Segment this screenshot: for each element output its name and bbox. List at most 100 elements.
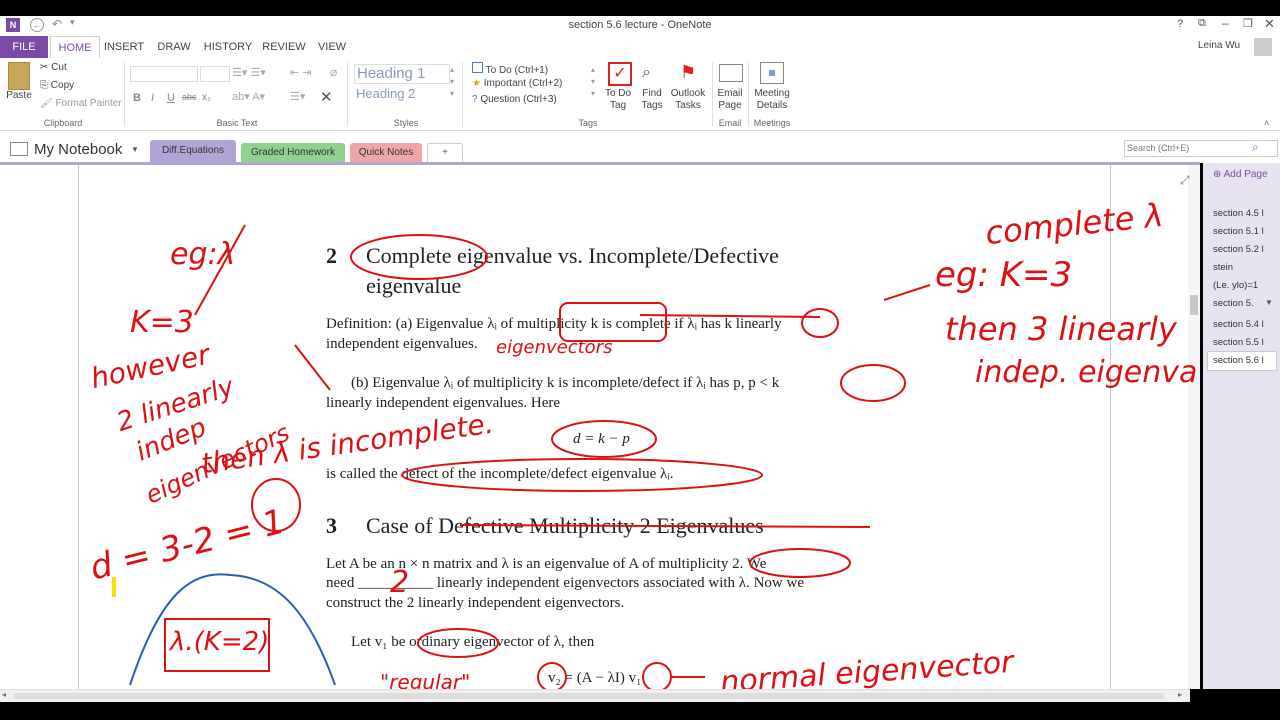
copy-button[interactable]: ⎘ Copy	[40, 80, 74, 91]
star-icon: ★	[472, 78, 481, 89]
scroll-right-icon[interactable]: ▸	[1178, 690, 1182, 699]
add-section-button[interactable]: +	[427, 143, 463, 163]
align-icon[interactable]: ☰▾	[290, 90, 305, 103]
ink-eg-lambda: eg:λ	[170, 237, 236, 272]
page-item[interactable]: section 5.2 l	[1213, 244, 1264, 255]
page-item[interactable]: section 5.5 l	[1213, 337, 1264, 348]
cut-label: Cut	[51, 62, 67, 73]
flag-icon[interactable]: ⚑	[680, 62, 696, 83]
page-item[interactable]: section 5.	[1213, 298, 1254, 309]
close-icon[interactable]: ✕	[1264, 16, 1275, 32]
copy-label: Copy	[50, 80, 75, 91]
ink-k3: K=3	[130, 305, 194, 340]
ink-lambda-k2: λ.(K=2)	[170, 627, 270, 657]
page-item[interactable]: section 5.6 l	[1213, 355, 1264, 366]
underline-button[interactable]: U	[167, 92, 175, 104]
font-select[interactable]	[130, 66, 198, 82]
tag-important[interactable]: ★ Important (Ctrl+2)	[472, 78, 562, 89]
page-canvas[interactable]: ⤢ 2 Complete eigenvalue vs. Incomplete/D…	[0, 165, 1200, 700]
page-item[interactable]: stein	[1213, 262, 1233, 273]
outlook-tasks-button[interactable]: Outlook Tasks	[668, 88, 708, 112]
hscroll[interactable]: ◂ ▸	[0, 689, 1190, 703]
italic-button[interactable]: I	[151, 92, 154, 104]
tag-todo[interactable]: To Do (Ctrl+1)	[472, 62, 548, 76]
tab-review[interactable]: REVIEW	[258, 36, 310, 58]
paste-icon[interactable]	[8, 62, 30, 90]
page-item[interactable]: section 5.1 l	[1213, 226, 1264, 237]
vscroll[interactable]	[1188, 165, 1200, 689]
user-name[interactable]: Leina Wu	[1198, 40, 1240, 51]
brush-icon: 🖌	[40, 98, 53, 109]
calendar-icon[interactable]: ▦	[760, 62, 784, 84]
strikethrough-button[interactable]: abc	[182, 92, 197, 102]
chevron-down-icon[interactable]: ▼	[1265, 298, 1273, 307]
plus-circle-icon: ⊕	[1213, 169, 1222, 180]
tab-draw[interactable]: DRAW	[150, 36, 198, 58]
onenote-logo: N	[6, 18, 20, 32]
checkbox-icon	[472, 62, 483, 73]
meetings-group-label: Meetings	[753, 118, 791, 128]
cut-button[interactable]: ✂ Cut	[40, 62, 67, 73]
subscript-button[interactable]: x₂	[202, 92, 211, 103]
tab-home[interactable]: HOME	[50, 36, 100, 59]
undo-icon[interactable]: ↶	[52, 17, 62, 31]
highlight-icon[interactable]: ab▾ A▾	[232, 90, 265, 103]
tags-scroll-icon[interactable]: ▴ ▾ ▾	[591, 64, 595, 100]
todo-tag-button[interactable]: To Do Tag	[600, 88, 636, 112]
pages-pane: ⊕ Add Page section 4.5 l section 5.1 l s…	[1203, 163, 1280, 689]
scroll-left-icon[interactable]: ◂	[2, 690, 6, 699]
bullets-icon[interactable]: ☰▾ ☰▾	[232, 66, 266, 79]
clear-format-icon[interactable]: ⌀	[330, 65, 337, 79]
hscroll-thumb[interactable]	[14, 693, 1164, 699]
basic-text-group-label: Basic Text	[216, 118, 258, 128]
bold-button[interactable]: B	[133, 92, 141, 104]
page-item[interactable]: section 5.4 l	[1213, 319, 1264, 330]
minimize-icon[interactable]: –	[1222, 16, 1229, 30]
section-tab-graded-homework[interactable]: Graded Homework	[241, 143, 345, 162]
email-group-label: Email	[718, 118, 742, 128]
title-bar: N ← ↶ ▾ section 5.6 lecture - OneNote ? …	[0, 16, 1280, 36]
page-item[interactable]: section 4.5 l	[1213, 208, 1264, 219]
tab-view[interactable]: VIEW	[312, 36, 352, 58]
style-heading1[interactable]: Heading 1	[354, 64, 450, 84]
meeting-details-button[interactable]: Meeting Details	[750, 88, 794, 112]
ribbon-display-icon[interactable]: ⧉	[1198, 17, 1206, 30]
style-heading2[interactable]: Heading 2	[354, 86, 448, 104]
tab-history[interactable]: HISTORY	[200, 36, 256, 58]
email-icon[interactable]	[719, 64, 743, 82]
section-tab-quick-notes[interactable]: Quick Notes	[350, 143, 422, 162]
maximize-icon[interactable]: ❐	[1243, 17, 1253, 30]
paste-button[interactable]: Paste	[4, 90, 34, 102]
ribbon: Paste ✂ Cut ⎘ Copy 🖌 Format Painter Clip…	[0, 58, 1280, 131]
help-icon[interactable]: ?	[1177, 18, 1183, 30]
back-icon[interactable]: ←	[30, 18, 44, 32]
todo-tag-icon[interactable]: ✓	[608, 62, 632, 86]
notebook-name[interactable]: My Notebook	[34, 141, 122, 158]
indent-icon[interactable]: ⇤ ⇥	[290, 66, 312, 79]
search-icon[interactable]: ⌕	[1252, 140, 1259, 155]
collapse-ribbon-icon[interactable]: ˄	[1264, 118, 1269, 128]
divider	[462, 62, 463, 126]
find-tags-icon[interactable]: ⌕	[642, 64, 651, 82]
ink-then-3-linearly: then 3 linearly	[945, 310, 1177, 348]
page-item[interactable]: (Le. ylo)=1	[1213, 280, 1258, 291]
divider	[124, 62, 125, 126]
styles-scroll-icon[interactable]: ▴ ▾ ▾	[450, 64, 454, 100]
section-tab-diff-equations[interactable]: Diff.Equations	[150, 140, 236, 162]
tag-question[interactable]: ? Question (Ctrl+3)	[472, 94, 557, 105]
vscroll-thumb[interactable]	[1190, 295, 1198, 315]
avatar[interactable]	[1254, 38, 1272, 56]
tag-question-label: Question (Ctrl+3)	[480, 94, 557, 105]
add-page-button[interactable]: ⊕ Add Page	[1213, 169, 1268, 180]
tags-group-label: Tags	[578, 118, 598, 128]
tab-insert[interactable]: INSERT	[100, 36, 148, 58]
customize-icon[interactable]: ▾	[70, 17, 75, 28]
delete-icon[interactable]: ✕	[320, 88, 333, 106]
format-painter-button[interactable]: 🖌 Format Painter	[40, 98, 122, 109]
find-tags-button[interactable]: Find Tags	[636, 88, 668, 112]
notebook-icon[interactable]	[10, 142, 28, 156]
font-size-select[interactable]	[200, 66, 230, 82]
tab-file[interactable]: FILE	[0, 36, 48, 58]
notebook-dropdown-icon[interactable]: ▼	[131, 145, 139, 154]
email-page-button[interactable]: Email Page	[714, 88, 746, 112]
